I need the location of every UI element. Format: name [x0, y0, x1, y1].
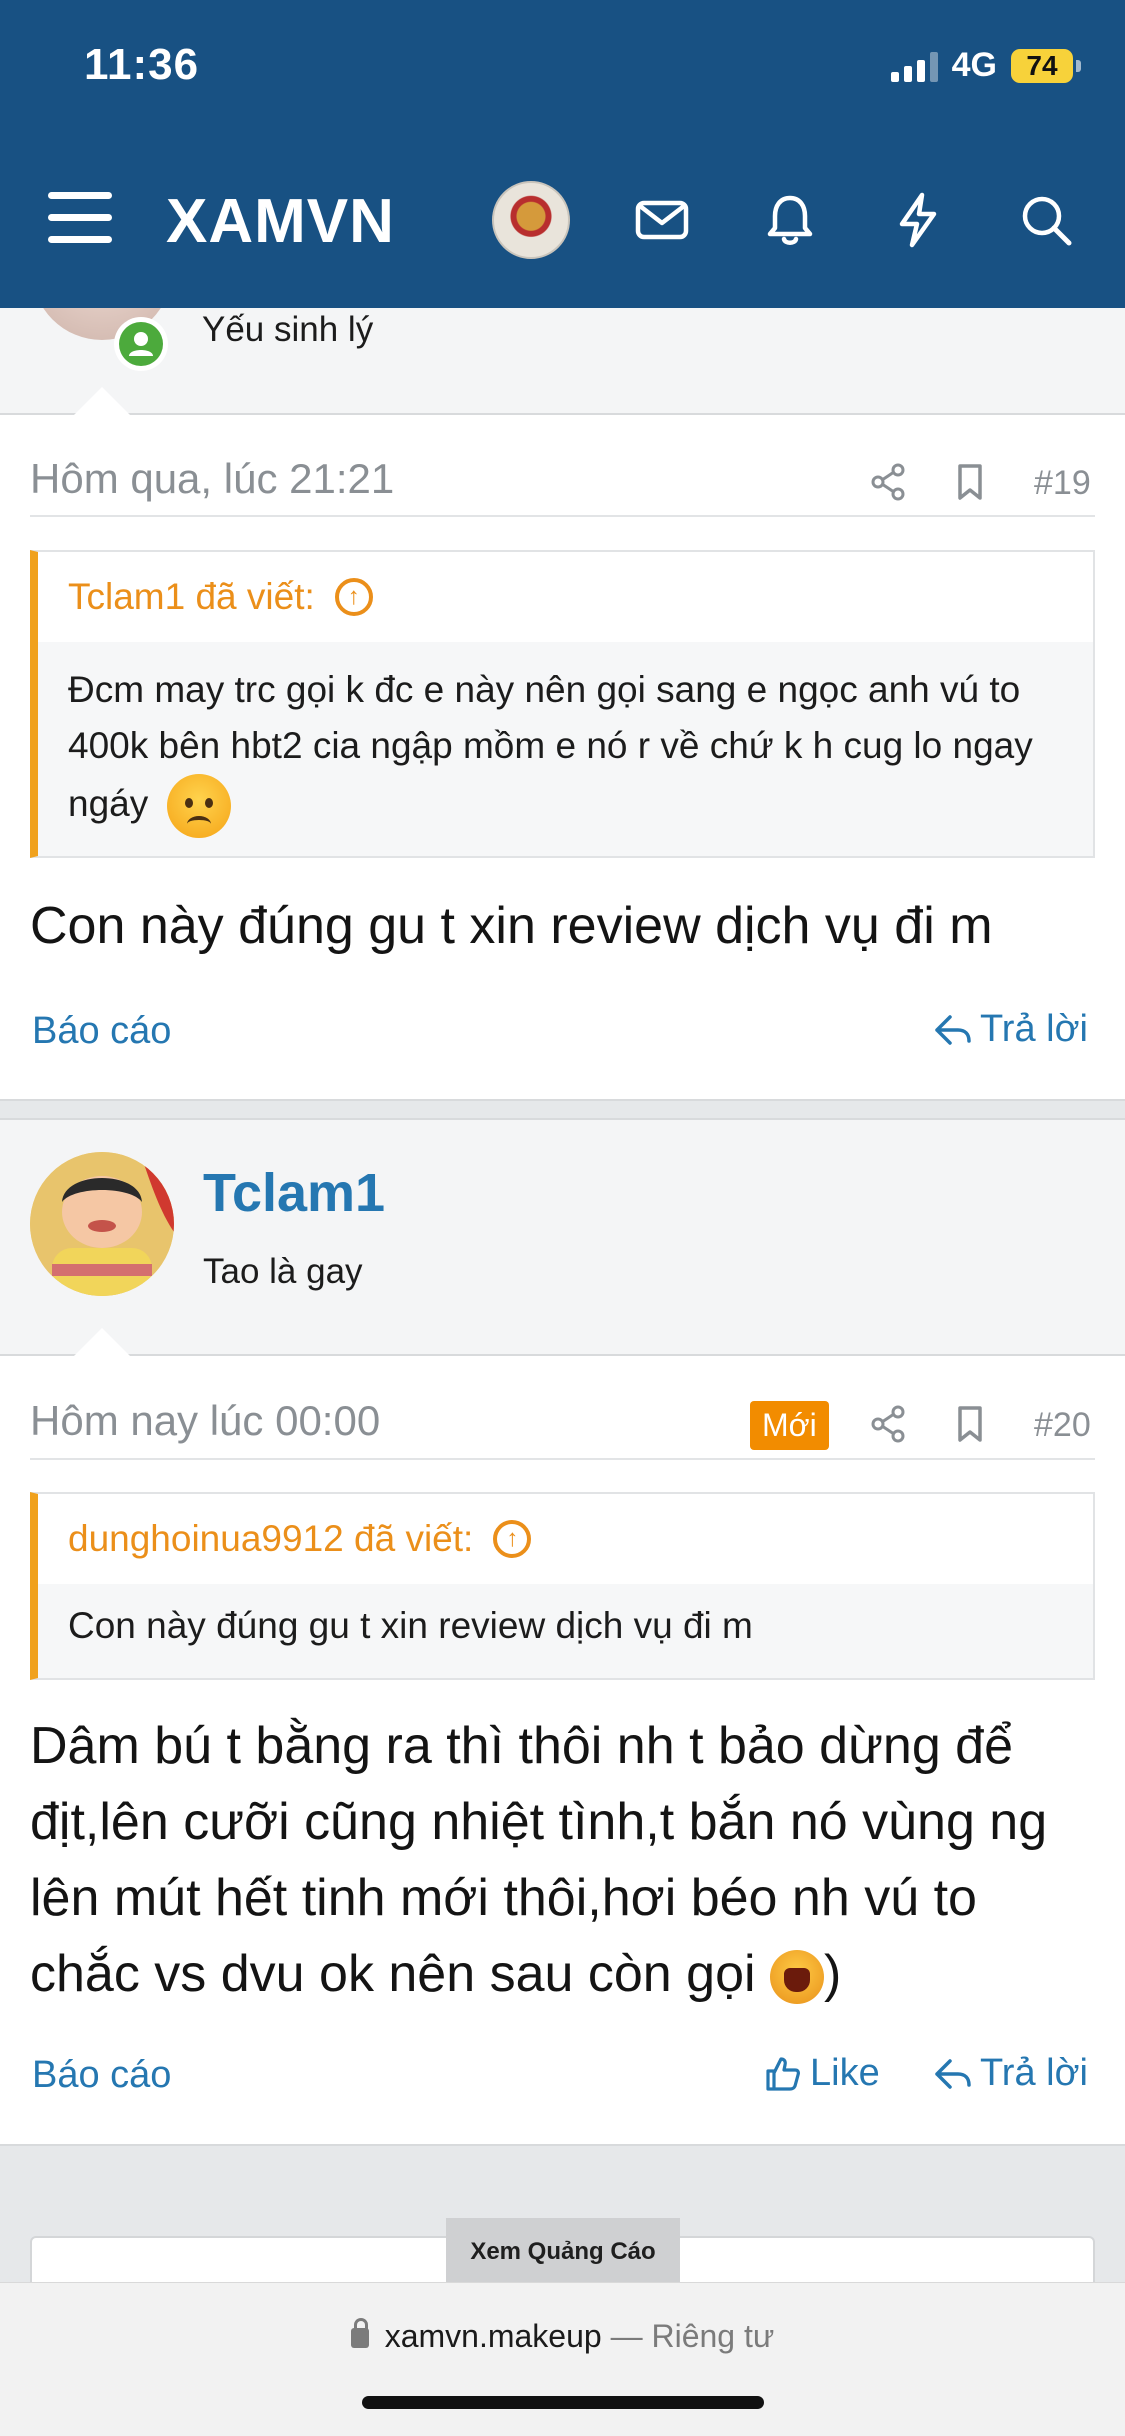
quote-header[interactable]: dunghoinua9912 đã viết: ↑ [38, 1494, 1093, 1584]
reply-button[interactable]: Trả lời [932, 2052, 1088, 2095]
user-title: Tao là gay [203, 1252, 363, 1291]
report-link[interactable]: Báo cáo [32, 2054, 171, 2097]
post-body-text: Dâm bú t bằng ra thì thôi nh t bảo dừng … [30, 1717, 1048, 2003]
account-avatar[interactable] [492, 181, 570, 259]
cellular-signal-icon [890, 50, 938, 82]
post-caret [74, 387, 130, 415]
post-body: Dâm bú t bằng ra thì thôi nh t bảo dừng … [30, 1708, 1100, 2012]
top-bar: 11:36 4G 74 XAMVN [0, 0, 1125, 308]
home-indicator[interactable] [362, 2396, 764, 2409]
divider [30, 515, 1095, 517]
inbox-icon[interactable] [632, 190, 692, 250]
url-separator: — [610, 2318, 643, 2354]
new-badge: Mới [750, 1401, 829, 1450]
view-ad-label[interactable]: Xem Quảng Cáo [446, 2218, 680, 2286]
quote-block: dunghoinua9912 đã viết: ↑ Con này đúng g… [30, 1492, 1095, 1680]
report-label: Báo cáo [32, 1010, 172, 1052]
site-logo[interactable]: XAMVN [166, 186, 395, 257]
jump-to-quote-icon[interactable]: ↑ [493, 1520, 532, 1558]
thumbs-up-icon [766, 2056, 800, 2091]
browser-bar [0, 2282, 1125, 2436]
url-bar[interactable]: xamvn.makeup — Riêng tư [0, 2318, 1125, 2355]
report-label: Báo cáo [32, 2054, 172, 2096]
page: Yếu sinh lý Hôm qua, lúc 21:21 #19 Tclam… [0, 0, 1125, 2436]
quote-author[interactable]: Tclam1 đã viết: [68, 576, 315, 618]
quote-body: Con này đúng gu t xin review dịch vụ đi … [38, 1584, 1093, 1672]
status-time: 11:36 [84, 40, 200, 89]
online-indicator [114, 317, 168, 371]
bookmark-icon[interactable] [948, 1402, 992, 1446]
divider [0, 1118, 1125, 1120]
quote-body: Đcm may trc gọi k đc e này nên gọi sang … [38, 642, 1093, 856]
like-label: Like [810, 2052, 880, 2094]
share-icon[interactable] [866, 460, 910, 504]
post-number[interactable]: #19 [1034, 464, 1091, 503]
user-strip-post20: Tclam1 Tao là gay [0, 1120, 1125, 1358]
privacy-label: Riêng tư [651, 2318, 775, 2354]
shouting-emoji-icon [770, 1950, 825, 2005]
sad-emoji-icon [166, 774, 231, 838]
reply-icon [935, 1014, 971, 1045]
url-domain: xamvn.makeup [384, 2318, 602, 2354]
battery-icon: 74 [1011, 48, 1081, 83]
quote-author[interactable]: dunghoinua9912 đã viết: [68, 1518, 473, 1560]
divider [0, 1099, 1125, 1101]
report-link[interactable]: Báo cáo [32, 1010, 171, 1053]
user-title: Yếu sinh lý [202, 310, 374, 349]
post-body-tail: ) [824, 1945, 842, 2003]
menu-icon[interactable] [48, 190, 112, 246]
share-icon[interactable] [866, 1402, 910, 1446]
reply-icon [935, 2058, 971, 2089]
post-time[interactable]: Hôm nay lúc 00:00 [30, 1397, 380, 1445]
username[interactable]: Tclam1 [203, 1162, 385, 1224]
quote-header[interactable]: Tclam1 đã viết: ↑ [38, 552, 1093, 642]
bookmark-icon[interactable] [948, 460, 992, 504]
divider [30, 1458, 1095, 1460]
network-type: 4G [951, 46, 997, 84]
bell-icon[interactable] [760, 190, 820, 250]
status-indicators: 4G 74 [890, 46, 1081, 85]
battery-level: 74 [1011, 48, 1073, 83]
reply-label: Trả lời [980, 1008, 1088, 1050]
reply-label: Trả lời [980, 2052, 1088, 2094]
divider [0, 2144, 1125, 2146]
user-online-icon [119, 322, 163, 366]
quote-block: Tclam1 đã viết: ↑ Đcm may trc gọi k đc e… [30, 550, 1095, 858]
search-icon[interactable] [1016, 190, 1076, 250]
avatar[interactable] [30, 1152, 174, 1296]
jump-to-quote-icon[interactable]: ↑ [334, 578, 373, 616]
lock-icon [350, 2318, 369, 2348]
post-caret [74, 1328, 130, 1356]
lightning-icon[interactable] [888, 190, 948, 250]
like-button[interactable]: Like [762, 2052, 880, 2095]
post-body: Con này đúng gu t xin review dịch vụ đi … [30, 897, 993, 955]
reply-button[interactable]: Trả lời [932, 1008, 1088, 1051]
post-number[interactable]: #20 [1034, 1406, 1091, 1445]
quote-text: Con này đúng gu t xin review dịch vụ đi … [68, 1605, 753, 1646]
post-time[interactable]: Hôm qua, lúc 21:21 [30, 455, 394, 503]
